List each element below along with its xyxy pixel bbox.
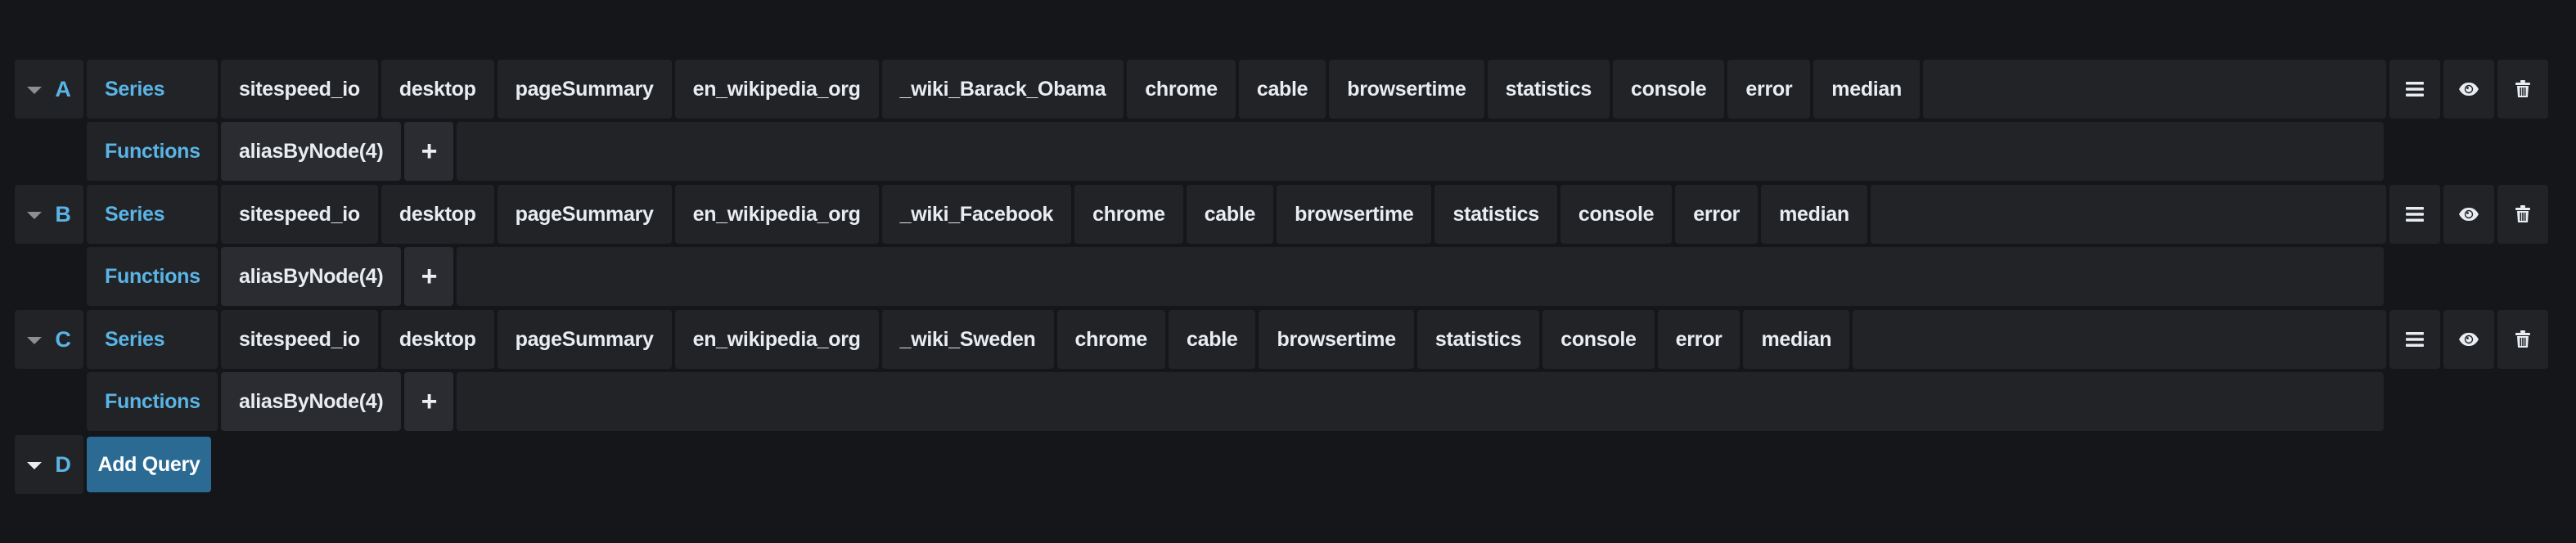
metric-segment[interactable]: desktop [381, 310, 494, 369]
metric-segment[interactable]: statistics [1487, 60, 1610, 119]
eye-icon [2458, 332, 2479, 347]
metric-segment[interactable]: sitespeed_io [221, 310, 378, 369]
metric-segment[interactable]: console [1560, 185, 1673, 244]
metric-segment[interactable]: chrome [1127, 60, 1236, 119]
metric-segment[interactable]: en_wikipedia_org [674, 310, 879, 369]
toggle-visibility-button[interactable] [2443, 185, 2494, 244]
query-collapse-toggle[interactable]: A [15, 60, 83, 119]
functions-row-b: Functions aliasByNode(4) + [87, 247, 2384, 306]
metric-segment[interactable]: sitespeed_io [221, 185, 378, 244]
metric-segment[interactable]: browsertime [1329, 60, 1484, 119]
functions-label: Functions [87, 372, 218, 431]
metric-segment[interactable]: _wiki_Facebook [881, 185, 1072, 244]
query-ref-id: A [55, 76, 71, 101]
add-function-button[interactable]: + [404, 247, 454, 306]
functions-row-c: Functions aliasByNode(4) + [87, 372, 2384, 431]
caret-down-icon [27, 336, 43, 344]
query-ref-id: B [55, 201, 71, 227]
metric-segment[interactable]: median [1743, 310, 1850, 369]
delete-button[interactable] [2497, 185, 2548, 244]
query-editor: A Series sitespeed_io desktop pageSummary en_… [0, 0, 2576, 543]
hamburger-menu-icon [2406, 206, 2424, 222]
metric-segment[interactable]: error [1727, 60, 1811, 119]
metric-segment[interactable]: cable [1169, 310, 1256, 369]
functions-label: Functions [87, 247, 218, 306]
metric-segment[interactable]: _wiki_Sweden [881, 310, 1054, 369]
series-label: Series [87, 310, 218, 369]
segment-add-area[interactable] [1870, 185, 2386, 244]
functions-filler [457, 372, 2384, 431]
menu-button[interactable] [2389, 185, 2440, 244]
functions-row-a: Functions aliasByNode(4) + [87, 122, 2384, 181]
eye-icon [2458, 207, 2479, 222]
query-collapse-toggle[interactable]: C [15, 310, 83, 369]
trash-icon [2515, 205, 2530, 223]
metric-segment[interactable]: console [1613, 60, 1725, 119]
query-ref-id: C [55, 326, 71, 352]
metric-segment[interactable]: median [1761, 185, 1867, 244]
add-function-button[interactable]: + [404, 372, 454, 431]
metric-segment[interactable]: browsertime [1277, 185, 1432, 244]
segment-add-area[interactable] [1853, 310, 2386, 369]
add-query-button[interactable]: Add Query [87, 437, 211, 492]
query-ref-id: D [55, 451, 71, 477]
query-row-b: B Series sitespeed_io desktop pageSummary en_… [15, 185, 2548, 244]
add-function-button[interactable]: + [404, 122, 454, 181]
metric-segment[interactable]: chrome [1074, 185, 1183, 244]
metric-segment[interactable]: median [1813, 60, 1921, 119]
menu-button[interactable] [2389, 310, 2440, 369]
metric-segment[interactable]: error [1675, 185, 1759, 244]
toggle-visibility-button[interactable] [2443, 310, 2494, 369]
segment-add-area[interactable] [1923, 60, 2386, 119]
metric-segment[interactable]: cable [1186, 185, 1274, 244]
query-row-c: C Series sitespeed_io desktop pageSummary en_… [15, 310, 2548, 369]
caret-down-icon [27, 211, 43, 219]
query-row-a: A Series sitespeed_io desktop pageSummary en_… [15, 60, 2548, 119]
metric-segment[interactable]: pageSummary [497, 310, 672, 369]
metric-segment[interactable]: console [1542, 310, 1655, 369]
series-label: Series [87, 185, 218, 244]
delete-button[interactable] [2497, 60, 2548, 119]
metric-segment[interactable]: error [1657, 310, 1741, 369]
metric-segment[interactable]: desktop [381, 185, 494, 244]
new-query-row: D Add Query [15, 435, 211, 494]
metric-segment[interactable]: desktop [381, 60, 494, 119]
trash-icon [2515, 330, 2530, 348]
delete-button[interactable] [2497, 310, 2548, 369]
metric-segment[interactable]: statistics [1416, 310, 1540, 369]
metric-segment[interactable]: browsertime [1259, 310, 1414, 369]
function-chip[interactable]: aliasByNode(4) [221, 247, 402, 306]
series-label: Series [87, 60, 218, 119]
metric-segment[interactable]: en_wikipedia_org [674, 185, 879, 244]
menu-button[interactable] [2389, 60, 2440, 119]
metric-segment[interactable]: chrome [1056, 310, 1166, 369]
eye-icon [2458, 82, 2479, 96]
hamburger-menu-icon [2406, 331, 2424, 348]
query-collapse-toggle[interactable]: B [15, 185, 83, 244]
caret-down-icon [27, 86, 43, 94]
metric-segment[interactable]: pageSummary [497, 185, 672, 244]
metric-segment[interactable]: _wiki_Barack_Obama [881, 60, 1124, 119]
toggle-visibility-button[interactable] [2443, 60, 2494, 119]
query-collapse-toggle[interactable]: D [15, 435, 83, 494]
hamburger-menu-icon [2406, 81, 2424, 97]
function-chip[interactable]: aliasByNode(4) [221, 372, 402, 431]
metric-segment[interactable]: pageSummary [497, 60, 672, 119]
function-chip[interactable]: aliasByNode(4) [221, 122, 402, 181]
functions-label: Functions [87, 122, 218, 181]
metric-segment[interactable]: cable [1238, 60, 1326, 119]
metric-segment[interactable]: statistics [1434, 185, 1557, 244]
metric-segment[interactable]: en_wikipedia_org [674, 60, 879, 119]
functions-filler [457, 122, 2384, 181]
metric-segment[interactable]: sitespeed_io [221, 60, 378, 119]
caret-down-icon [27, 461, 43, 469]
trash-icon [2515, 80, 2530, 98]
functions-filler [457, 247, 2384, 306]
